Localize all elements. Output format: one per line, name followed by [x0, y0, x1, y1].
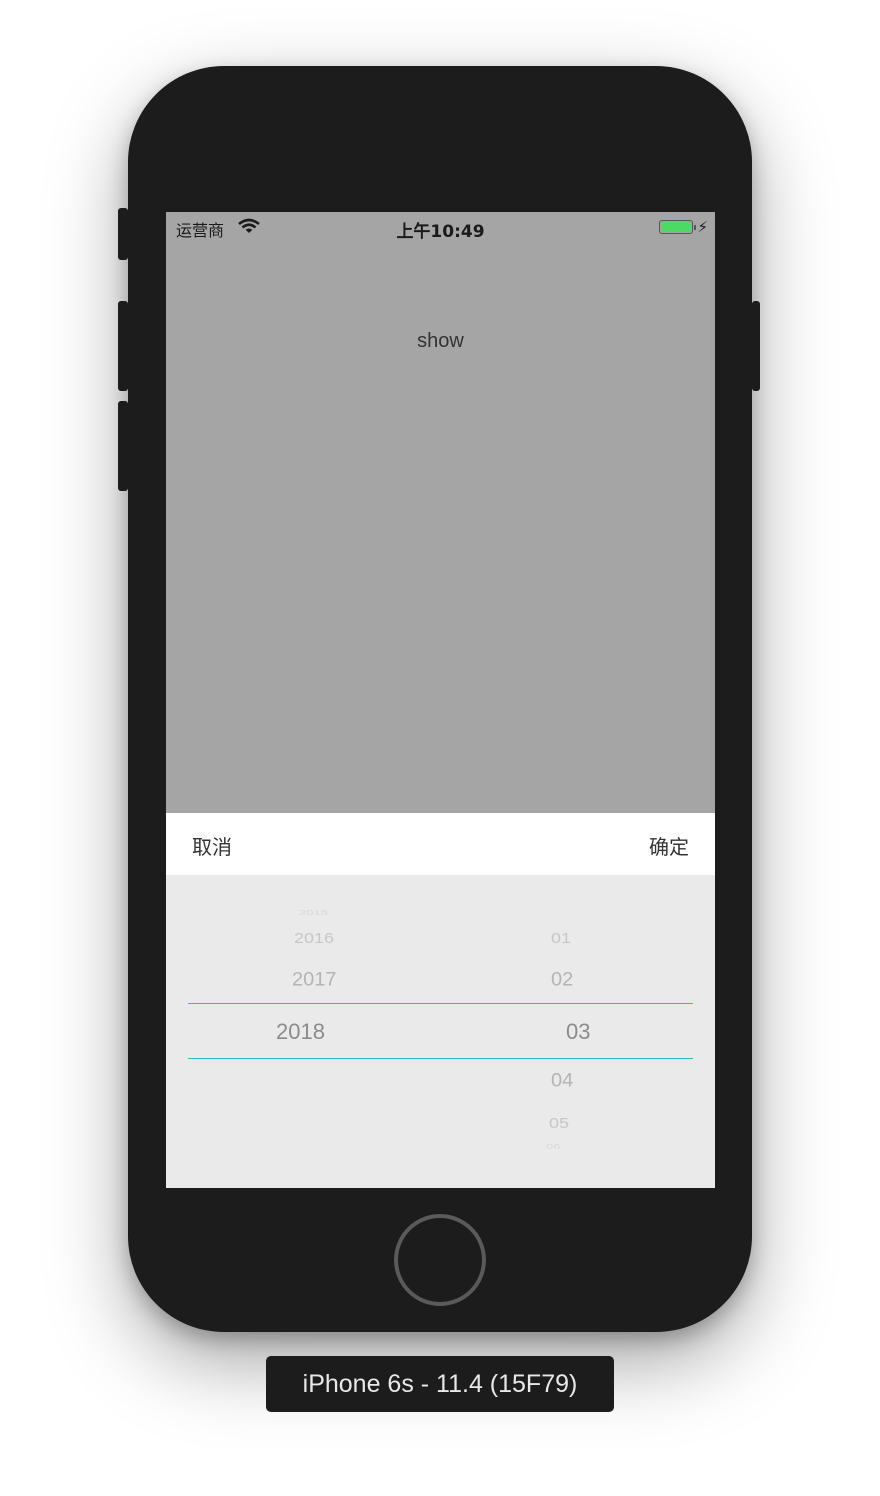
picker-month-selected[interactable]: 03 [566, 1019, 590, 1045]
status-time: 上午10:49 [396, 222, 485, 242]
picker-year-option[interactable]: 2017 [292, 970, 337, 992]
picker-year-option[interactable]: 2015 [299, 908, 328, 916]
mute-switch [118, 208, 128, 260]
selection-line-top [188, 1003, 693, 1004]
picker-month-option[interactable]: 02 [551, 970, 573, 992]
device-label: iPhone 6s - 11.4 (15F79) [266, 1356, 614, 1412]
picker-month-option[interactable]: 06 [546, 1142, 560, 1150]
selection-line-bottom [188, 1058, 693, 1059]
picker-month-option[interactable]: 05 [549, 1115, 569, 1132]
screen: 运营商 上午10:49 ⚡ show 取消 确定 2015 2016 2017 … [166, 212, 715, 1188]
date-picker[interactable]: 2015 2016 2017 2018 01 02 03 04 05 06 [166, 875, 715, 1188]
volume-up-button [118, 301, 128, 391]
confirm-button[interactable]: 确定 [649, 831, 689, 860]
charging-bolt-icon: ⚡ [697, 219, 708, 236]
picker-month-option[interactable]: 01 [551, 930, 571, 947]
home-button[interactable] [394, 1214, 486, 1306]
battery-icon [659, 220, 693, 234]
picker-toolbar: 取消 确定 [166, 813, 715, 875]
status-bar: 运营商 上午10:49 ⚡ [166, 212, 715, 242]
battery-tip [694, 225, 696, 230]
volume-down-button [118, 401, 128, 491]
picker-year-selected[interactable]: 2018 [276, 1019, 325, 1045]
picker-month-option[interactable]: 04 [551, 1071, 573, 1093]
power-button [752, 301, 760, 391]
cancel-button[interactable]: 取消 [192, 831, 232, 860]
show-button[interactable]: show [166, 330, 715, 353]
picker-year-option[interactable]: 2016 [294, 930, 334, 947]
